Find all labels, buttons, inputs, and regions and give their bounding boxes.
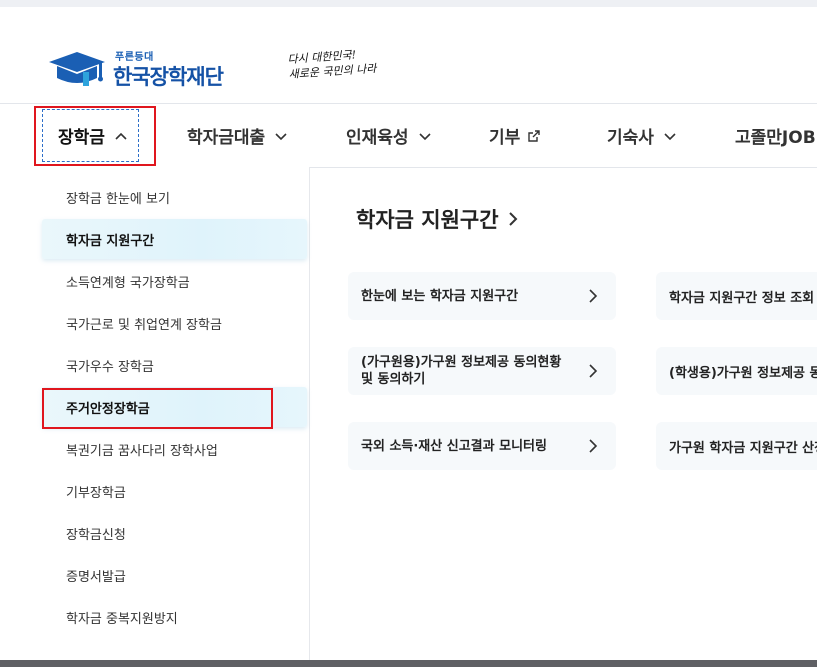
logo-title: 한국장학재단 [113,65,224,89]
sidebar-item-label: 복권기금 꿈사다리 장학사업 [66,443,218,459]
chevron-down-icon [664,132,676,140]
sidebar-item-national-excellence[interactable]: 국가우수 장학금 [42,345,307,385]
bottom-bar [0,660,817,667]
card-household-consent[interactable]: (가구원용)가구원 정보제공 동의현황 및 동의하기 [348,347,616,395]
sidebar-item-overview[interactable]: 장학금 한눈에 보기 [42,177,307,217]
sidebar-item-label: 학자금 지원구간 [66,233,155,249]
sidebar-item-donation-scholarship[interactable]: 기부장학금 [42,471,307,511]
sidebar-item-label: 장학금 한눈에 보기 [66,191,170,207]
nav-item-student-loan[interactable]: 학자금대출 [187,104,288,167]
card-label: 가구원 학자금 지원구간 산정 [669,440,817,456]
nav-label: 고졸만JOB [735,128,816,148]
sidebar-item-label: 기부장학금 [66,485,126,501]
chevron-right-icon [508,212,517,226]
nav-item-talent[interactable]: 인재육성 [346,104,432,167]
chevron-right-icon [589,289,598,303]
card-student-consent[interactable]: (학생용)가구원 정보제공 동의 [656,347,817,395]
sidebar-item-apply[interactable]: 장학금신청 [42,513,307,553]
chevron-down-icon [275,132,287,140]
external-link-icon [528,129,540,142]
sidebar-item-work-study[interactable]: 국가근로 및 취업연계 장학금 [42,303,307,343]
sidebar-item-label: 국가우수 장학금 [66,359,154,375]
sidebar-item-income-linked[interactable]: 소득연계형 국가장학금 [42,261,307,301]
sidebar-item-certificate[interactable]: 증명서발급 [42,555,307,595]
chevron-down-icon [418,132,431,140]
graduation-cap-icon [49,52,105,86]
sidebar-item-duplicate-prevention[interactable]: 학자금 중복지원방지 [42,597,307,637]
sidebar-item-label: 학자금 중복지원방지 [66,611,178,627]
nav-label: 기부 [489,128,521,148]
highlight-box-nav [34,106,156,166]
sidebar-item-label: 소득연계형 국가장학금 [66,275,190,291]
top-strip [0,0,817,7]
card-label: 국외 소득·재산 신고결과 모니터링 [361,438,547,454]
card-support-tier-lookup[interactable]: 학자금 지원구간 정보 조회 [656,272,817,320]
kosaf-logo[interactable]: 푸른등대 한국장학재단 [47,48,247,90]
sidebar-item-lottery-fund[interactable]: 복권기금 꿈사다리 장학사업 [42,429,307,469]
highlight-box-sidebar [42,388,273,429]
chevron-right-icon [589,364,598,378]
sidebar-item-label: 국가근로 및 취업연계 장학금 [66,317,222,333]
card-label: 한눈에 보는 학자금 지원구간 [361,288,519,304]
nav-item-dormitory[interactable]: 기숙사 [607,104,677,167]
page-title-text: 학자금 지원구간 [356,208,499,232]
slogan: 다시 대한민국! 새로운 국민의 나라 [287,46,377,82]
card-label: 학자금 지원구간 정보 조회 [669,290,815,306]
nav-item-high-school-job[interactable]: 고졸만JOB [735,104,816,167]
card-label: (학생용)가구원 정보제공 동의 [669,365,817,381]
card-label: (가구원용)가구원 정보제공 동의현황 및 동의하기 [361,355,562,387]
nav-item-donation[interactable]: 기부 [489,104,541,167]
card-overview-support-tier[interactable]: 한눈에 보는 학자금 지원구간 [348,272,616,320]
nav-label: 학자금대출 [187,128,266,148]
card-household-tier-calc[interactable]: 가구원 학자금 지원구간 산정 [656,422,817,470]
nav-label: 인재육성 [346,128,409,148]
sidebar-item-label: 장학금신청 [66,527,126,543]
nav-label: 기숙사 [607,128,654,148]
chevron-right-icon [589,439,598,453]
page-title[interactable]: 학자금 지원구간 [356,204,519,234]
sidebar-item-support-tier[interactable]: 학자금 지원구간 [42,219,307,259]
card-overseas-monitoring[interactable]: 국외 소득·재산 신고결과 모니터링 [348,422,616,470]
sidebar-item-label: 증명서발급 [66,569,126,585]
